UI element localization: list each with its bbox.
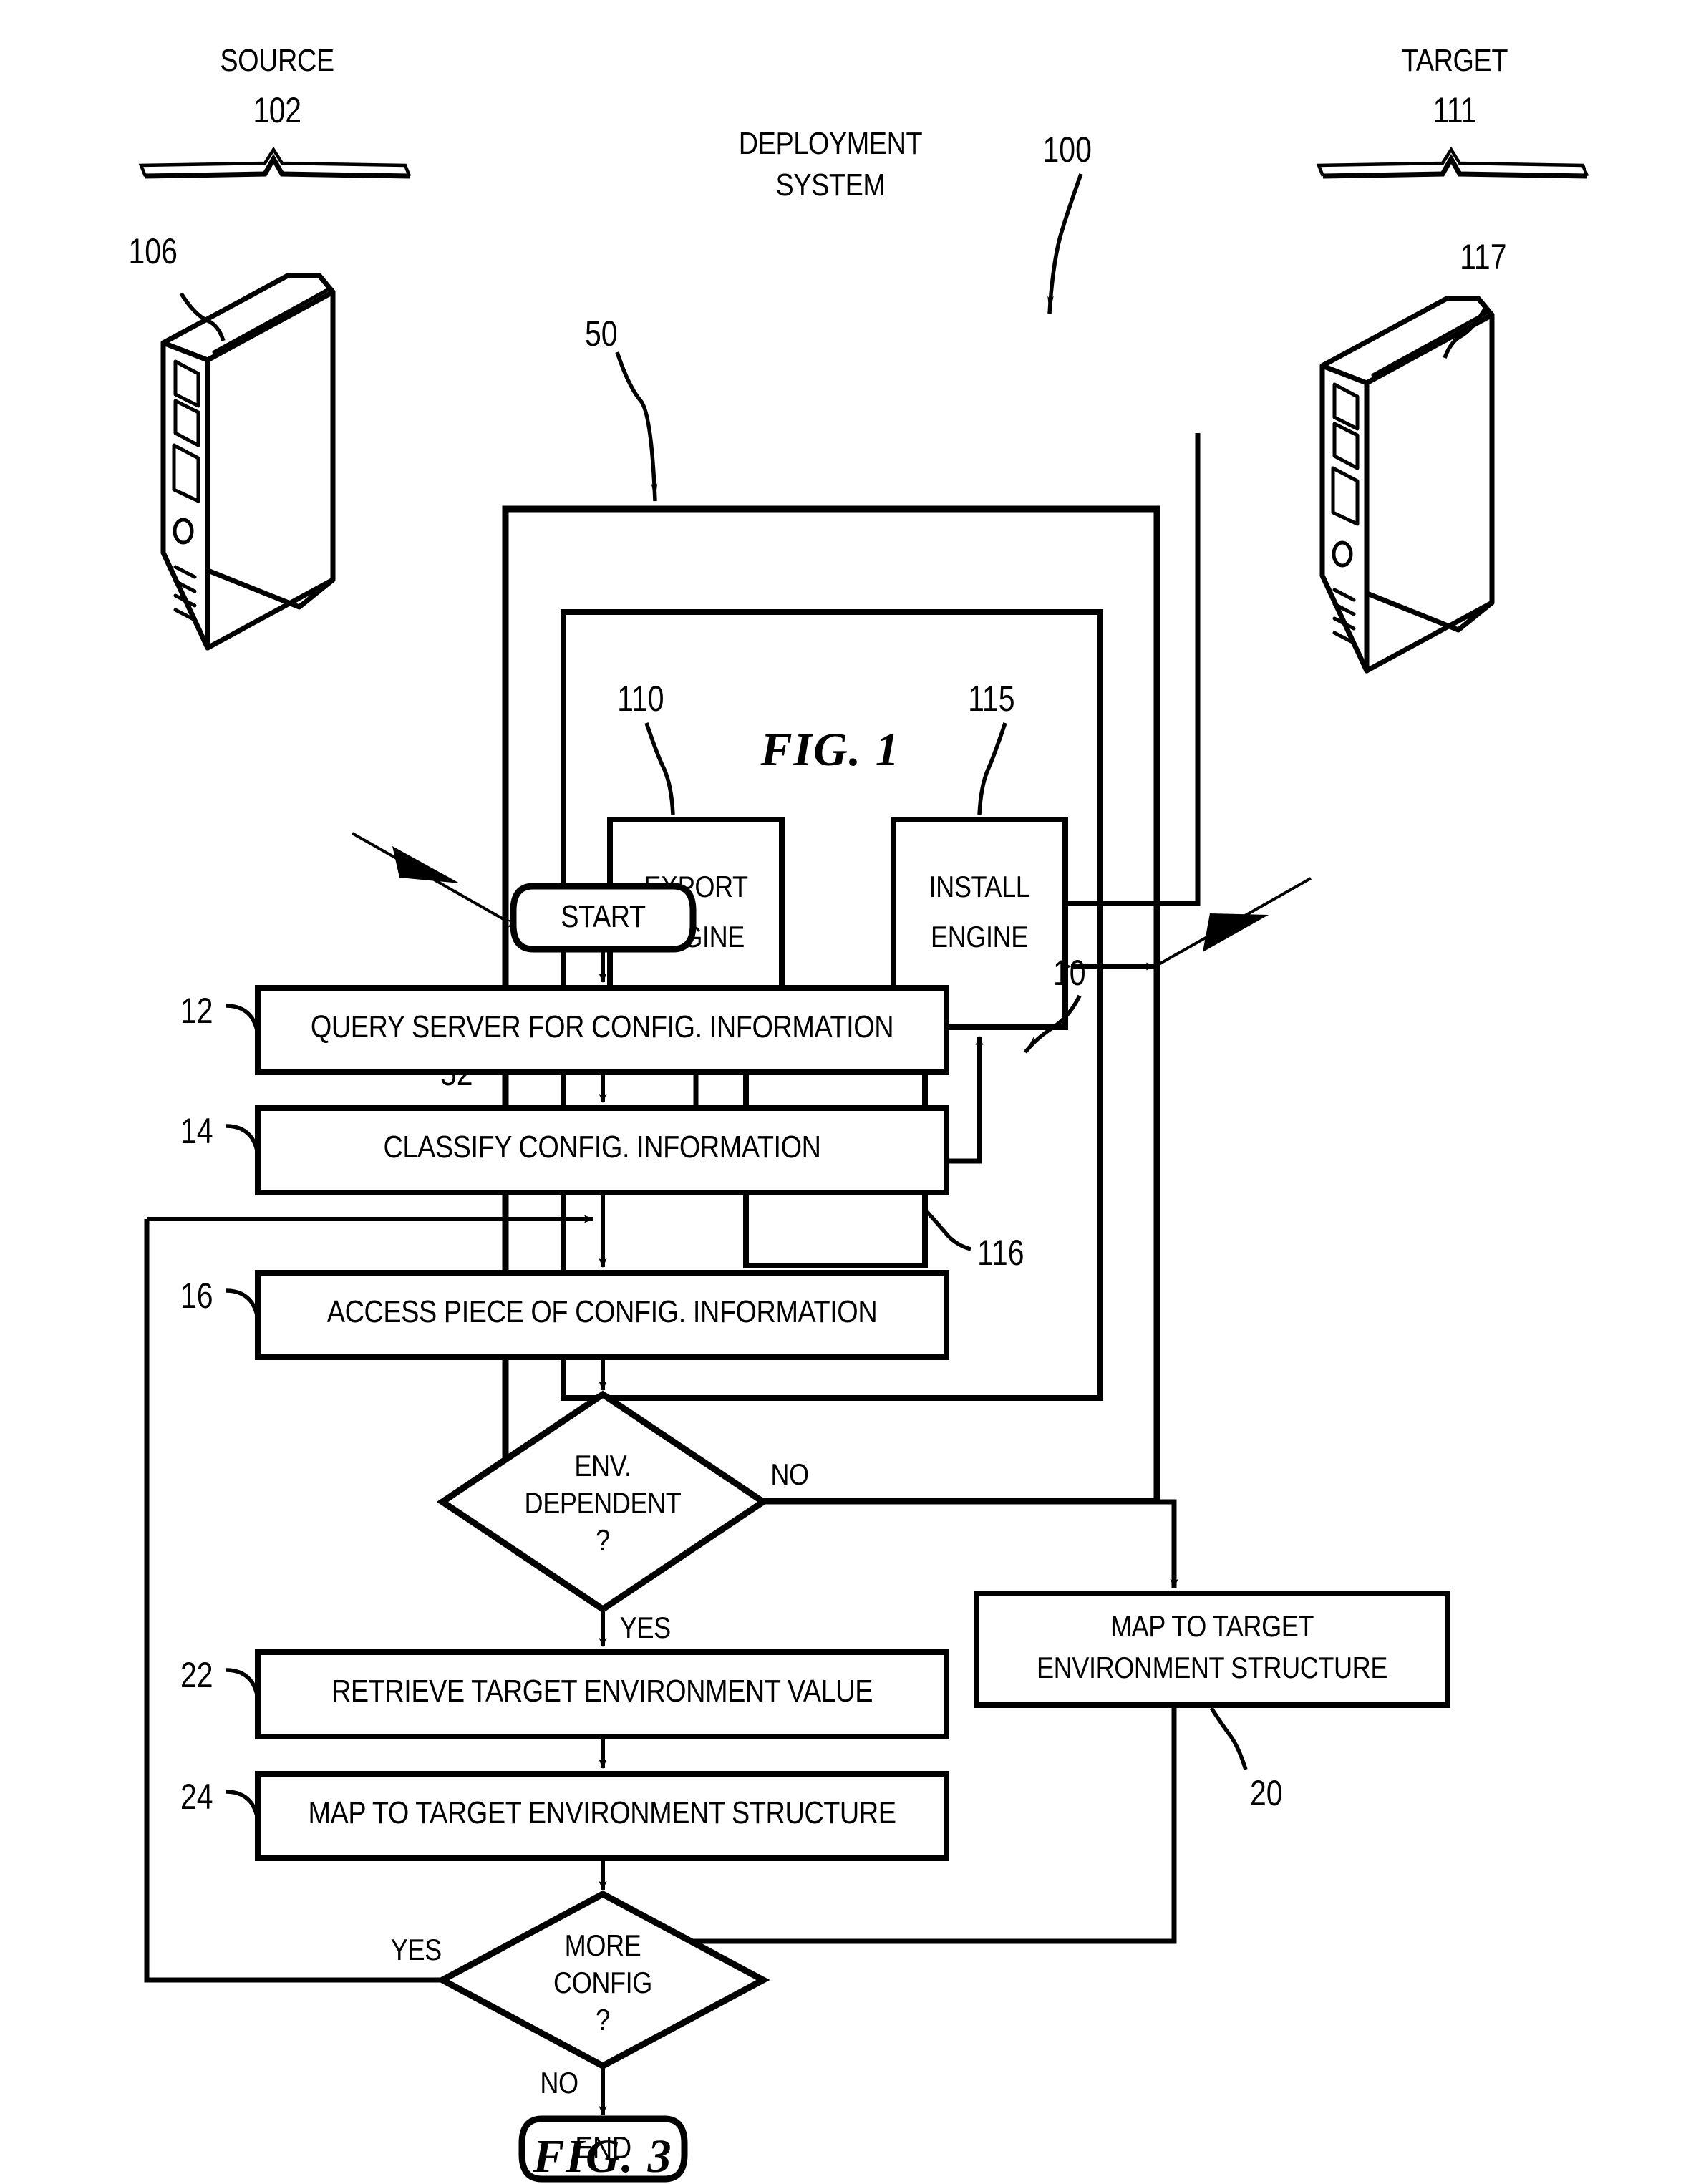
- leader-24: [226, 1790, 260, 1823]
- step-22-ref: 22: [180, 1655, 213, 1695]
- decision-more-config-line3: ?: [596, 2003, 610, 2037]
- leader-20: [1209, 1707, 1248, 1770]
- step-24-label: MAP TO TARGET ENVIRONMENT STRUCTURE: [308, 1795, 896, 1830]
- branch-step-20-ref: 20: [1250, 1773, 1283, 1813]
- branch-step-20-line2: ENVIRONMENT STRUCTURE: [1037, 1651, 1387, 1684]
- step-16-label: ACCESS PIECE OF CONFIG. INFORMATION: [326, 1294, 878, 1329]
- step-24-ref: 24: [180, 1777, 213, 1817]
- leader-14: [226, 1124, 260, 1157]
- decision-env-dependent-line1: ENV.: [574, 1449, 631, 1482]
- step-12-label: QUERY SERVER FOR CONFIG. INFORMATION: [310, 1009, 894, 1044]
- figure-3-graphics: [144, 883, 1450, 2183]
- method-ref-10: 10: [1053, 953, 1086, 993]
- start-terminal-label: START: [561, 899, 646, 934]
- step-14-ref: 14: [180, 1111, 213, 1151]
- leader-16: [226, 1288, 260, 1322]
- leader-22: [226, 1668, 260, 1702]
- leader-12: [226, 1004, 260, 1037]
- figure-3-caption: FIG. 3: [533, 2130, 673, 2183]
- decision-env-dependent-yes-label: YES: [619, 1611, 671, 1644]
- decision-env-dependent-line3: ?: [596, 1523, 610, 1557]
- decision-more-config-line1: MORE: [564, 1928, 641, 1962]
- decision-env-dependent-line2: DEPENDENT: [524, 1486, 682, 1520]
- step-16-ref: 16: [180, 1276, 213, 1316]
- decision-more-config-no-label: NO: [540, 2066, 578, 2100]
- flow-decision1-no: [763, 1499, 1178, 1588]
- step-12-ref: 12: [180, 991, 213, 1031]
- branch-step-20-line1: MAP TO TARGET: [1110, 1609, 1314, 1643]
- decision-more-config-yes-label: YES: [390, 1933, 442, 1966]
- patent-drawing-sheet: SOURCE 102 106 TARGET 111 117 DEPLOYMENT…: [0, 0, 1696, 2183]
- step-22-label: RETRIEVE TARGET ENVIRONMENT VALUE: [331, 1674, 873, 1709]
- step-14-label: CLASSIFY CONFIG. INFORMATION: [383, 1130, 821, 1165]
- leader-10: [1023, 994, 1082, 1054]
- decision-env-dependent-no-label: NO: [770, 1457, 809, 1491]
- decision-more-config-line2: CONFIG: [553, 1966, 652, 1999]
